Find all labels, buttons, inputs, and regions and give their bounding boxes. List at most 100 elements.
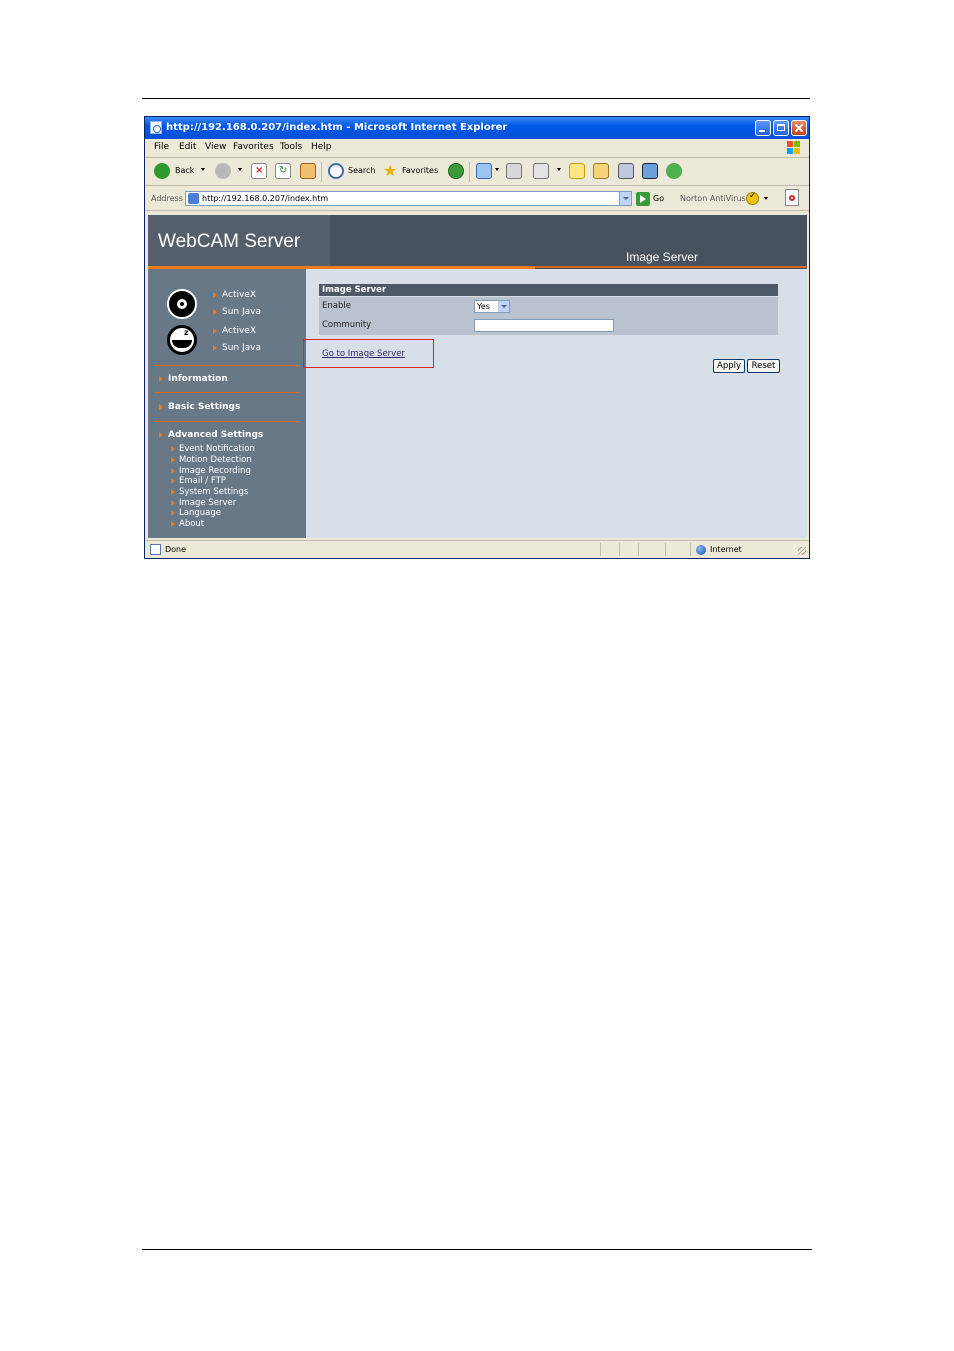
community-row: Community <box>319 316 778 335</box>
favorites-label[interactable]: Favorites <box>402 166 438 175</box>
menu-file[interactable]: File <box>154 142 169 152</box>
sidebar-item-language[interactable]: Language <box>171 508 221 518</box>
sidebar-item-image-server[interactable]: Image Server <box>170 498 236 508</box>
favorites-star-icon[interactable]: ★ <box>383 163 399 179</box>
norton-antivirus-icon[interactable] <box>746 191 759 205</box>
page-header: WebCAM Server Image Server <box>148 215 807 269</box>
cam1-sunjava-link[interactable]: Sun Java <box>213 307 261 317</box>
sidebar-item-information[interactable]: Information <box>159 374 228 384</box>
chevron-down-icon[interactable] <box>498 301 509 312</box>
page-viewport: WebCAM Server Image Server ActiveX Sun J… <box>148 215 807 538</box>
status-separator <box>600 543 601 556</box>
toolbar-separator <box>469 162 470 182</box>
globe-icon <box>696 545 706 555</box>
panel-header: Image Server <box>319 284 778 296</box>
sidebar-item-event-notification[interactable]: Event Notification <box>171 444 255 454</box>
contacts-icon[interactable] <box>666 163 682 179</box>
sidebar-item-about[interactable]: About <box>170 519 204 529</box>
norton-dropdown-icon[interactable] <box>764 197 768 200</box>
sidebar-item-basic-settings[interactable]: Basic Settings <box>159 402 240 412</box>
status-separator <box>638 543 639 556</box>
chevron-down-icon[interactable] <box>619 192 631 205</box>
address-url: http://192.168.0.207/index.htm <box>202 194 329 203</box>
page-status-icon <box>150 544 161 555</box>
sidebar-divider <box>154 421 299 422</box>
menu-bar: File Edit View Favorites Tools Help <box>145 139 809 158</box>
edit-icon[interactable] <box>533 163 549 179</box>
back-arrow-icon[interactable] <box>154 163 170 179</box>
ie-page-icon <box>150 121 162 134</box>
title-bar[interactable]: http://192.168.0.207/index.htm - Microso… <box>145 117 809 139</box>
logo: WebCAM Server <box>158 231 301 252</box>
menu-favorites[interactable]: Favorites <box>233 142 274 152</box>
sidebar: ActiveX Sun Java ActiveX Sun Java Inform… <box>148 269 306 538</box>
camera-sleep-icon <box>167 325 197 355</box>
status-bar: Done Internet <box>145 540 809 558</box>
enable-select[interactable]: Yes <box>474 300 510 313</box>
sidebar-divider <box>154 392 299 393</box>
menu-edit[interactable]: Edit <box>179 142 196 152</box>
enable-label: Enable <box>322 301 351 311</box>
mail-icon[interactable] <box>476 163 492 179</box>
sidebar-item-advanced-settings[interactable]: Advanced Settings <box>159 430 263 440</box>
window-title: http://192.168.0.207/index.htm - Microso… <box>166 122 508 133</box>
page-title: Image Server <box>626 250 699 264</box>
print-icon[interactable] <box>506 163 522 179</box>
research-icon[interactable] <box>593 163 609 179</box>
status-separator <box>690 543 691 556</box>
address-label: Address <box>151 194 183 203</box>
status-separator <box>619 543 620 556</box>
sidebar-item-motion-detection[interactable]: Motion Detection <box>171 455 252 465</box>
menu-tools[interactable]: Tools <box>280 142 302 152</box>
close-button[interactable] <box>791 120 807 136</box>
menu-help[interactable]: Help <box>311 142 332 152</box>
discuss-icon[interactable] <box>569 163 585 179</box>
toolbar-separator <box>321 162 322 182</box>
image-server-panel: Image Server Enable Yes Community <box>319 284 778 336</box>
go-arrow-icon[interactable] <box>636 192 650 206</box>
sidebar-item-image-recording[interactable]: Image Recording <box>171 466 251 476</box>
home-icon[interactable] <box>300 163 316 179</box>
mail-dropdown-icon[interactable] <box>495 168 499 171</box>
page-icon <box>188 193 199 204</box>
community-input[interactable] <box>474 319 614 332</box>
menu-view[interactable]: View <box>205 142 226 152</box>
sidebar-item-email-ftp[interactable]: Email / FTP <box>171 476 226 486</box>
resize-grip-icon[interactable] <box>798 547 806 555</box>
page-top-rule <box>142 98 810 99</box>
reset-button[interactable]: Reset <box>747 359 780 373</box>
back-dropdown-icon[interactable] <box>201 168 205 171</box>
enable-row: Enable Yes <box>319 297 778 316</box>
stop-icon[interactable]: × <box>251 163 267 179</box>
camera-eye-icon <box>167 289 197 319</box>
media-icon[interactable] <box>618 163 634 179</box>
pdf-icon[interactable] <box>785 189 799 206</box>
refresh-icon[interactable]: ↻ <box>275 163 291 179</box>
status-text: Done <box>165 545 187 554</box>
search-label[interactable]: Search <box>348 166 375 175</box>
messenger-icon[interactable] <box>642 163 658 179</box>
cam1-activex-link[interactable]: ActiveX <box>212 290 256 300</box>
maximize-button[interactable] <box>773 120 789 136</box>
history-icon[interactable] <box>448 163 464 179</box>
minimize-button[interactable] <box>755 120 771 136</box>
page-bottom-rule <box>142 1249 812 1250</box>
toolbar: Back × ↻ Search ★ Favorites <box>145 158 809 186</box>
sidebar-item-system-settings[interactable]: System Settings <box>170 487 248 497</box>
address-input[interactable]: http://192.168.0.207/index.htm <box>185 191 632 206</box>
cam2-sunjava-link[interactable]: Sun Java <box>213 343 261 353</box>
windows-logo-icon <box>787 141 801 155</box>
forward-arrow-icon[interactable] <box>215 163 231 179</box>
browser-window: http://192.168.0.207/index.htm - Microso… <box>144 116 810 559</box>
search-icon[interactable] <box>328 163 344 179</box>
cam2-activex-link[interactable]: ActiveX <box>212 326 256 336</box>
apply-button[interactable]: Apply <box>713 359 745 373</box>
edit-dropdown-icon[interactable] <box>557 168 561 171</box>
back-label[interactable]: Back <box>175 166 194 175</box>
norton-label: Norton AntiVirus <box>680 194 746 203</box>
community-label: Community <box>322 320 372 330</box>
forward-dropdown-icon[interactable] <box>238 168 242 171</box>
go-button[interactable]: Go <box>653 194 664 203</box>
go-to-image-server-link[interactable]: Go to Image Server <box>322 349 405 359</box>
status-separator <box>665 543 666 556</box>
